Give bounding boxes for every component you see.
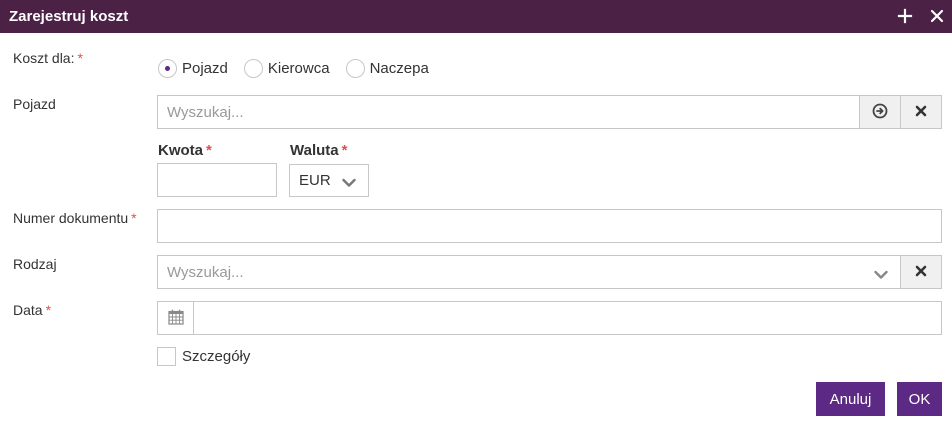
chevron-down-icon xyxy=(342,175,356,192)
close-icon[interactable] xyxy=(927,6,947,26)
radio-pojazd[interactable]: Pojazd xyxy=(158,58,228,78)
vehicle-clear-button[interactable] xyxy=(900,95,942,129)
cancel-button[interactable]: Anuluj xyxy=(816,382,885,416)
details-checkbox-row[interactable]: Szczegóły xyxy=(157,347,250,366)
required-mark: * xyxy=(131,210,137,226)
type-clear-button[interactable] xyxy=(900,255,942,289)
vehicle-search-field[interactable] xyxy=(157,95,860,129)
vehicle-label: Pojazd xyxy=(13,96,56,112)
amount-label-text: Kwota xyxy=(158,142,203,159)
currency-value: EUR xyxy=(299,172,331,189)
plus-icon[interactable] xyxy=(895,6,915,26)
cost-for-label: Koszt dla: * xyxy=(13,50,83,66)
required-mark: * xyxy=(77,50,83,66)
document-number-label: Numer dokumentu * xyxy=(13,210,137,226)
cost-for-label-text: Koszt dla: xyxy=(13,50,75,66)
details-label: Szczegóły xyxy=(182,348,251,365)
currency-label: Waluta * xyxy=(290,142,347,159)
dialog-titlebar: Zarejestruj koszt xyxy=(0,0,952,33)
date-input[interactable] xyxy=(194,302,941,334)
date-label-text: Data xyxy=(13,302,43,318)
ok-button[interactable]: OK xyxy=(897,382,942,416)
radio-naczepa[interactable]: Naczepa xyxy=(345,58,429,78)
date-picker-button[interactable] xyxy=(157,301,194,335)
radio-label: Kierowca xyxy=(267,59,330,77)
document-number-input[interactable] xyxy=(158,210,941,242)
dialog-title: Zarejestruj koszt xyxy=(9,8,129,25)
details-checkbox[interactable] xyxy=(157,347,176,366)
date-field[interactable] xyxy=(193,301,942,335)
document-number-label-text: Numer dokumentu xyxy=(13,210,129,226)
close-icon xyxy=(914,264,928,281)
amount-input[interactable] xyxy=(158,164,276,196)
currency-select[interactable]: EUR xyxy=(289,164,369,197)
required-mark: * xyxy=(341,142,348,159)
amount-label: Kwota * xyxy=(158,142,212,159)
currency-label-text: Waluta xyxy=(290,142,339,159)
amount-field[interactable] xyxy=(157,163,277,197)
type-search-input[interactable] xyxy=(158,256,900,288)
type-search-field[interactable] xyxy=(157,255,901,289)
radio-button[interactable] xyxy=(345,58,365,78)
required-mark: * xyxy=(45,302,52,318)
radio-button-checked[interactable] xyxy=(158,58,177,78)
arrow-circle-right-icon xyxy=(872,103,888,122)
radio-label: Pojazd xyxy=(182,59,228,77)
radio-kierowca[interactable]: Kierowca xyxy=(243,58,330,78)
close-icon xyxy=(914,104,928,121)
radio-button[interactable] xyxy=(243,58,263,78)
chevron-down-icon[interactable] xyxy=(874,267,888,283)
document-number-field[interactable] xyxy=(157,209,942,243)
calendar-icon xyxy=(168,309,184,328)
vehicle-go-button[interactable] xyxy=(859,95,901,129)
date-label: Data * xyxy=(13,302,51,318)
required-mark: * xyxy=(206,142,212,159)
cost-for-radio-group: Pojazd Kierowca Naczepa xyxy=(158,58,445,78)
radio-label: Naczepa xyxy=(369,59,429,77)
type-label: Rodzaj xyxy=(13,256,57,272)
vehicle-search-input[interactable] xyxy=(158,96,859,128)
